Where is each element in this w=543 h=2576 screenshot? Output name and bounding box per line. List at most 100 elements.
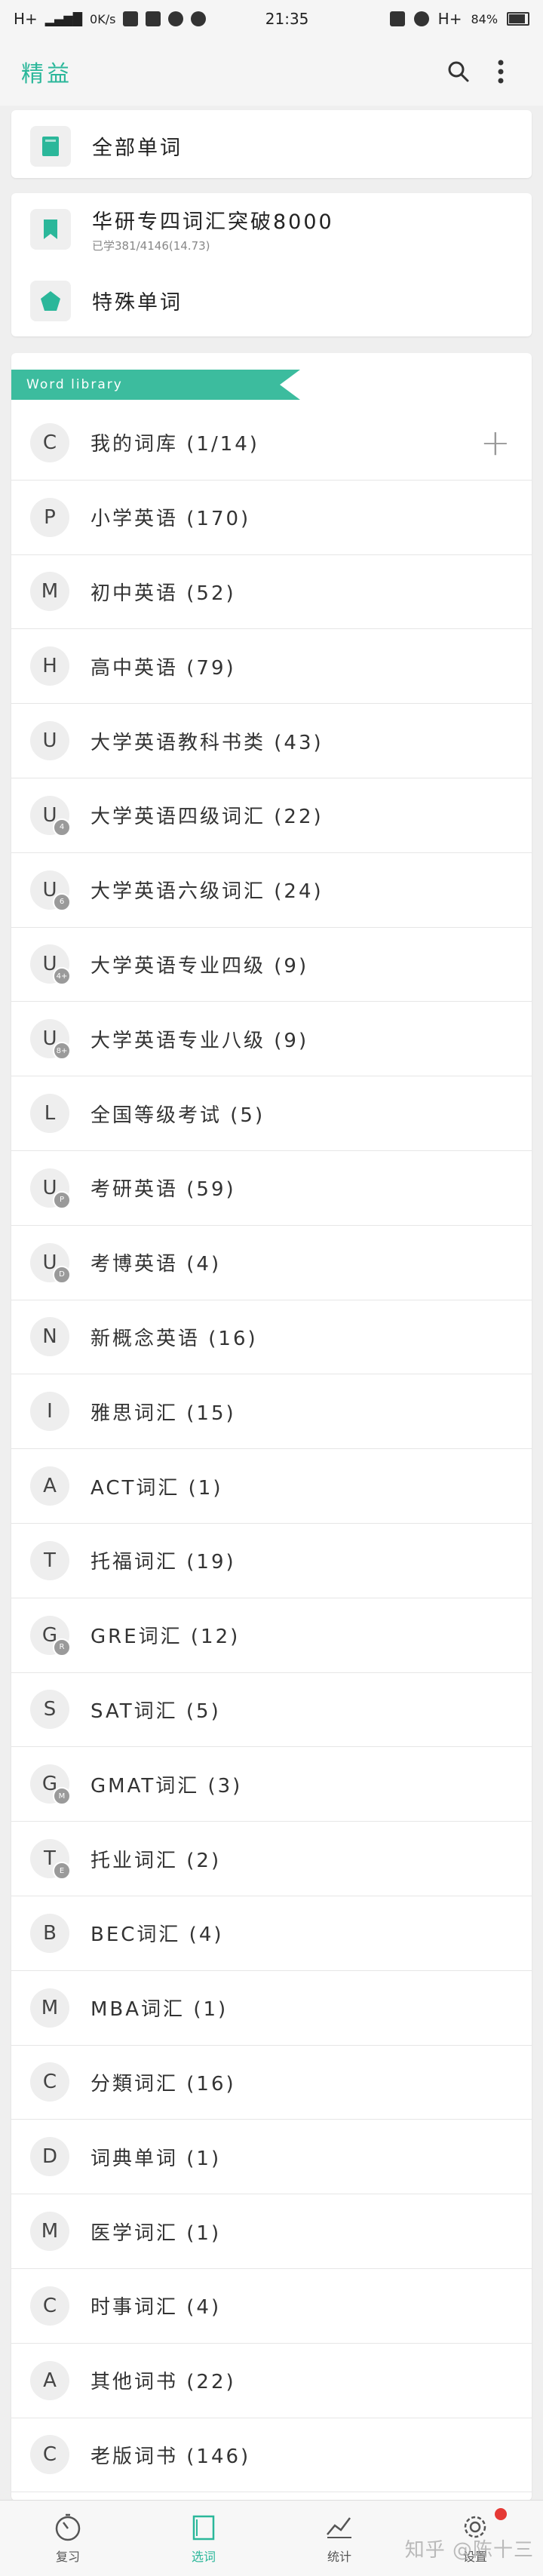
list-item-label: 大学英语专业八级 (9) <box>90 1029 309 1052</box>
battery-level: 84% <box>471 11 499 26</box>
list-item[interactable]: S SAT词汇 (5) <box>11 1673 532 1748</box>
list-item-label: 考研英语 (59) <box>90 1178 236 1202</box>
list-item[interactable]: U 4+ 大学英语专业四级 (9) <box>11 928 532 1002</box>
edit-icon <box>146 11 161 26</box>
list-item[interactable]: C 时事词汇 (4) <box>11 2269 532 2344</box>
battery-icon <box>507 12 530 26</box>
list-item[interactable]: G R GRE词汇 (12) <box>11 1598 532 1673</box>
list-item[interactable]: G M GMAT词汇 (3) <box>11 1747 532 1822</box>
list-item[interactable]: A 其他词书 (22) <box>11 2344 532 2418</box>
letter-avatar: M <box>30 2212 69 2252</box>
letter-avatar: P <box>30 497 69 537</box>
letter-avatar: M <box>30 1988 69 2028</box>
letter-avatar-text: A <box>43 2369 57 2392</box>
list-item[interactable]: C 老版词书 (146) <box>11 2418 532 2493</box>
level-badge: D <box>53 1265 71 1284</box>
list-item[interactable]: N 新概念英语 (16) <box>11 1300 532 1375</box>
letter-avatar: GM <box>30 1764 71 1806</box>
nav-stats-label: 统计 <box>327 2550 351 2564</box>
book-stack-icon <box>192 2515 215 2541</box>
letter-avatar: U6 <box>30 870 71 911</box>
book-icon <box>42 136 59 156</box>
list-item[interactable]: C 我的词库 (1/14) + <box>11 406 532 481</box>
list-item[interactable]: A ACT词汇 (1) <box>11 1449 532 1524</box>
app-title: 精益 <box>21 61 72 88</box>
nav-words[interactable]: 选词 <box>136 2501 272 2576</box>
list-item[interactable]: I 雅思词汇 (15) <box>11 1374 532 1450</box>
list-item[interactable]: U 8+ 大学英语专业八级 (9) <box>11 1002 532 1077</box>
book-progress: 已学381/4146(14.73) <box>92 238 210 253</box>
notification-dot <box>495 2508 507 2520</box>
list-item[interactable]: U 4 大学英语四级词汇 (22) <box>11 778 532 853</box>
list-item-label: 雅思词汇 (15) <box>90 1402 236 1425</box>
special-words-row[interactable]: 特殊单词 <box>11 265 532 336</box>
letter-avatar-text: A <box>43 1475 57 1498</box>
book-card: 华研专四词汇突破8000 已学381/4146(14.73) 特殊单词 <box>11 193 532 336</box>
all-words-label: 全部单词 <box>92 137 183 160</box>
list-item[interactable]: P 小学英语 (170) <box>11 481 532 555</box>
letter-avatar-text: I <box>47 1400 53 1423</box>
search-button[interactable] <box>437 51 480 93</box>
letter-avatar: B <box>30 1913 69 1953</box>
bookmark-icon-box <box>30 208 71 250</box>
level-badge: 8+ <box>53 1042 71 1061</box>
list-item[interactable]: D 词典单词 (1) <box>11 2120 532 2195</box>
list-item-label: 医学词汇 (1) <box>90 2221 222 2245</box>
letter-avatar: L <box>30 1094 69 1134</box>
letter-avatar: UD <box>30 1242 71 1284</box>
word-library-card: Word library C 我的词库 (1/14) + P 小学英语 (170) M 初中… <box>11 353 532 2501</box>
level-badge: 4+ <box>53 967 71 986</box>
list-item[interactable]: M MBA词汇 (1) <box>11 1971 532 2046</box>
list-item-label: 我的词库 (1/14) <box>90 433 259 456</box>
list-item[interactable]: C 分類词汇 (16) <box>11 2046 532 2120</box>
word-library-list: C 我的词库 (1/14) + P 小学英语 (170) M 初中英语 (52) H 高中英语 … <box>11 406 532 2493</box>
list-item-label: MBA词汇 (1) <box>90 1998 229 2022</box>
chat-icon <box>168 11 184 26</box>
book-title: 华研专四词汇突破8000 <box>92 210 334 234</box>
list-item-label: 托福词汇 (19) <box>90 1551 236 1574</box>
list-item-label: 新概念英语 (16) <box>90 1327 258 1350</box>
letter-avatar: T <box>30 1540 69 1580</box>
nav-review[interactable]: 复习 <box>0 2501 136 2576</box>
letter-avatar: H <box>30 646 69 686</box>
nav-words-label: 选词 <box>191 2550 216 2564</box>
list-item-label: 大学英语六级词汇 (24) <box>90 880 324 904</box>
list-item[interactable]: H 高中英语 (79) <box>11 629 532 705</box>
letter-avatar-text: U <box>42 729 57 753</box>
letter-avatar-text: P <box>44 505 56 529</box>
notification-icon <box>123 11 139 26</box>
list-item[interactable]: L 全国等级考试 (5) <box>11 1076 532 1151</box>
list-item[interactable]: U 大学英语教科书类 (43) <box>11 704 532 778</box>
list-item[interactable]: B BEC词汇 (4) <box>11 1896 532 1971</box>
list-item[interactable]: T E 托业词汇 (2) <box>11 1822 532 1896</box>
letter-avatar: D <box>30 2137 69 2177</box>
pentagon-icon <box>41 290 60 311</box>
list-item[interactable]: U D 考博英语 (4) <box>11 1226 532 1300</box>
letter-avatar: C <box>30 422 69 462</box>
letter-avatar: TE <box>30 1839 71 1881</box>
list-item[interactable]: M 初中英语 (52) <box>11 555 532 630</box>
nav-stats[interactable]: 统计 <box>272 2501 407 2576</box>
list-item-label: SAT词汇 (5) <box>90 1699 221 1723</box>
letter-avatar: C <box>30 2435 69 2475</box>
letter-avatar: S <box>30 1690 69 1730</box>
all-words-card[interactable]: 全部单词 <box>11 110 532 178</box>
book-icon-box <box>30 125 71 167</box>
list-item-label: 时事词汇 (4) <box>90 2296 222 2320</box>
list-item[interactable]: M 医学词汇 (1) <box>11 2194 532 2269</box>
more-menu-button[interactable] <box>480 51 522 93</box>
add-icon[interactable]: + <box>480 425 511 461</box>
list-item[interactable]: U 6 大学英语六级词汇 (24) <box>11 853 532 928</box>
letter-avatar: GR <box>30 1615 71 1656</box>
list-item-label: 老版词书 (146) <box>90 2445 251 2468</box>
network-indicator-2: H+ <box>437 10 462 28</box>
current-book-row[interactable]: 华研专四词汇突破8000 已学381/4146(14.73) <box>11 193 532 265</box>
level-badge: R <box>53 1638 71 1656</box>
search-icon <box>448 61 469 82</box>
list-item[interactable]: U P 考研英语 (59) <box>11 1151 532 1226</box>
list-item-label: BEC词汇 (4) <box>90 1924 224 1947</box>
list-item[interactable]: T 托福词汇 (19) <box>11 1524 532 1598</box>
level-badge: 4 <box>53 818 71 837</box>
all-words-row[interactable]: 全部单词 <box>11 110 532 182</box>
list-item-label: 分類词汇 (16) <box>90 2072 236 2095</box>
